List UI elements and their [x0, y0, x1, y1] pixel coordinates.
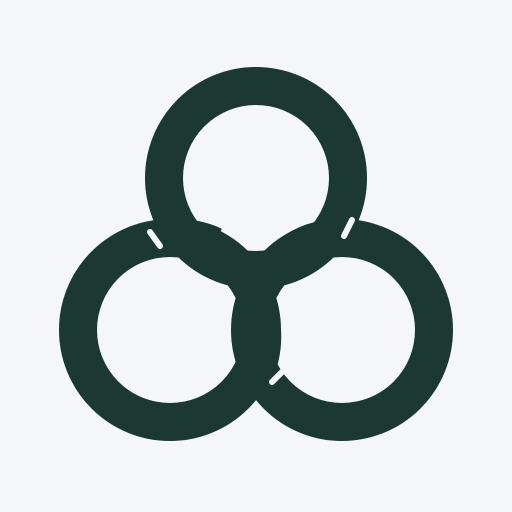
app-icon-canvas	[0, 0, 512, 512]
triple-interlocking-rings-logo-icon	[59, 67, 453, 441]
